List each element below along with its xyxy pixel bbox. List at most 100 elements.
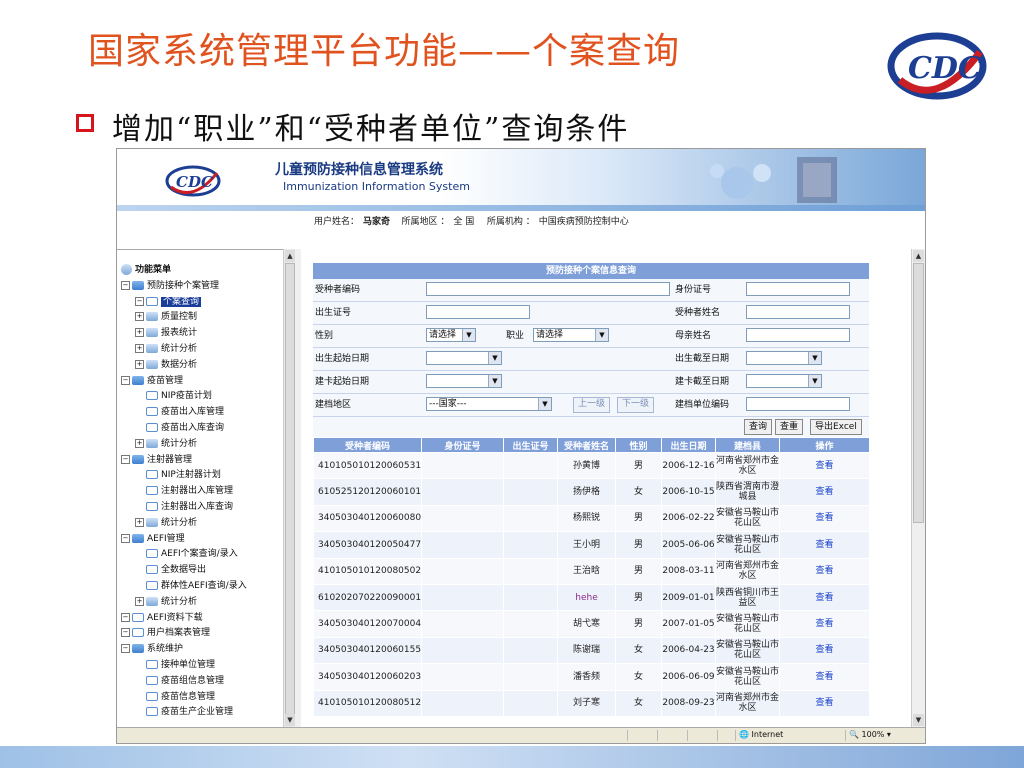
svg-text:CDC: CDC xyxy=(908,51,982,86)
recipient-name-input[interactable] xyxy=(746,305,850,319)
menu-item[interactable]: + 报表统计 xyxy=(121,326,283,342)
birth-end-date[interactable]: ▼ xyxy=(746,351,822,365)
mother-name-input[interactable] xyxy=(746,328,850,342)
query-row-5: 建卡起始日期 ▼ 建卡截至日期 ▼ xyxy=(313,371,869,394)
menu-item[interactable]: + 统计分析 xyxy=(121,516,283,532)
down-level-button[interactable]: 下一级 xyxy=(617,397,655,413)
scroll-up-arrow-icon[interactable]: ▲ xyxy=(285,250,295,262)
menu-item[interactable]: + 数据分析 xyxy=(121,358,283,374)
view-link[interactable]: 查看 xyxy=(779,504,870,533)
reset-button[interactable]: 查重 xyxy=(775,419,804,435)
collapse-toggle-icon[interactable]: − xyxy=(121,454,130,464)
menu-item[interactable]: 疫苗组信息管理 xyxy=(121,674,283,690)
main-scroll-thumb[interactable] xyxy=(913,263,924,523)
expand-toggle-icon[interactable]: + xyxy=(135,328,144,338)
view-link[interactable]: 查看 xyxy=(779,663,870,691)
collapse-toggle-icon[interactable]: − xyxy=(121,533,130,543)
menu-item[interactable]: 疫苗信息管理 xyxy=(121,690,283,706)
card-start-date[interactable]: ▼ xyxy=(426,374,502,388)
folder-group-icon xyxy=(146,438,158,448)
zoom-level[interactable]: 🔍 100% ▾ xyxy=(849,730,891,739)
table-row[interactable]: 340503040120060080 杨熙锐男 2006-02-22 安徽省马鞍山市花… xyxy=(313,504,870,533)
menu-item[interactable]: − 预防接种个案管理 xyxy=(121,279,283,295)
card-end-date[interactable]: ▼ xyxy=(746,374,822,388)
recipient-code-input[interactable] xyxy=(426,282,670,296)
menu-item[interactable]: + 统计分析 xyxy=(121,437,283,453)
menu-item[interactable]: 注射器出入库管理 xyxy=(121,484,283,500)
table-row[interactable]: 340503040120060155 陈谢瑞女 2006-04-23 安徽省马鞍山市花… xyxy=(313,636,870,665)
collapse-toggle-icon[interactable]: − xyxy=(135,296,144,306)
file-region-select[interactable]: ---国家--- ▼ xyxy=(426,397,552,411)
occupation-select[interactable]: 请选择 ▼ xyxy=(533,328,609,342)
table-row[interactable]: 340503040120060203 潘香频女 2006-06-09 安徽省马鞍山市花… xyxy=(313,663,870,691)
view-link[interactable]: 查看 xyxy=(779,478,870,506)
collapse-toggle-icon[interactable]: − xyxy=(121,612,130,622)
file-unit-code-input[interactable] xyxy=(746,397,850,411)
query-button[interactable]: 查询 xyxy=(744,419,773,435)
menu-item[interactable]: 疫苗出入库管理 xyxy=(121,405,283,421)
up-level-button[interactable]: 上一级 xyxy=(573,397,611,413)
menu-item[interactable]: 群体性AEFI查询/录入 xyxy=(121,579,283,595)
menu-item[interactable]: − AEFI管理 xyxy=(121,532,283,548)
label-recipient-name: 受种者姓名 xyxy=(675,308,721,318)
menu-item[interactable]: − AEFI资料下载 xyxy=(121,611,283,627)
expand-toggle-icon[interactable]: + xyxy=(135,359,144,369)
menu-item[interactable]: 接种单位管理 xyxy=(121,658,283,674)
export-excel-button[interactable]: 导出Excel xyxy=(810,419,862,435)
collapse-toggle-icon[interactable]: − xyxy=(121,628,130,638)
expand-toggle-icon[interactable]: + xyxy=(135,343,144,353)
left-scroll-thumb[interactable] xyxy=(285,263,295,718)
table-row[interactable]: 610202070220090001 hehe 男 2009-01-01 陕西省铜川市王… xyxy=(313,583,870,612)
menu-item[interactable]: + 质量控制 xyxy=(121,310,283,326)
expand-toggle-icon[interactable]: + xyxy=(135,438,144,448)
menu-item[interactable]: − 疫苗管理 xyxy=(121,374,283,390)
menu-item[interactable]: − 系统维护 xyxy=(121,642,283,658)
collapse-toggle-icon[interactable]: − xyxy=(121,280,130,290)
birth-start-date[interactable]: ▼ xyxy=(426,351,502,365)
id-number-input[interactable] xyxy=(746,282,850,296)
menu-item[interactable]: + 统计分析 xyxy=(121,595,283,611)
view-link[interactable]: 查看 xyxy=(779,531,870,559)
menu-item[interactable]: NIP疫苗计划 xyxy=(121,389,283,405)
view-link[interactable]: 查看 xyxy=(779,636,870,665)
view-link[interactable]: 查看 xyxy=(779,689,870,717)
collapse-toggle-icon[interactable]: − xyxy=(121,644,130,654)
scroll-down-arrow-icon[interactable]: ▼ xyxy=(285,714,295,726)
collapse-toggle-icon[interactable]: − xyxy=(121,375,130,385)
table-row[interactable]: 340503040120070004 胡弋寒男 2007-01-05 安徽省马鞍山市花… xyxy=(313,610,870,638)
menu-item[interactable]: 疫苗生产企业管理 xyxy=(121,705,283,721)
table-row[interactable]: 340503040120050477 王小明男 2005-06-06 安徽省马鞍山市花… xyxy=(313,531,870,559)
birth-cert-input[interactable] xyxy=(426,305,530,319)
view-link[interactable]: 查看 xyxy=(779,610,870,638)
view-link[interactable]: 查看 xyxy=(779,557,870,585)
menu-item[interactable]: 全数据导出 xyxy=(121,563,283,579)
menu-item[interactable]: 疫苗出入库查询 xyxy=(121,421,283,437)
pane-splitter[interactable] xyxy=(295,249,301,727)
table-row[interactable]: 410105010120080512 刘子寒女 2008-09-23 河南省郑州市金水… xyxy=(313,689,870,717)
cell-recipient-code: 340503040120060155 xyxy=(313,636,422,665)
expand-toggle-icon[interactable]: + xyxy=(135,596,144,606)
menu-item[interactable]: NIP注射器计划 xyxy=(121,468,283,484)
main-scrollbar[interactable]: ▲ ▼ xyxy=(911,249,925,727)
scroll-down-arrow-icon[interactable]: ▼ xyxy=(913,714,924,726)
menu-item[interactable]: − 用户档案表管理 xyxy=(121,626,283,642)
table-row[interactable]: 410105010120060531 孙黄博男 2006-12-16 河南省郑州市金水… xyxy=(313,451,870,480)
table-row[interactable]: 610525120120060101 扬伊格女 2006-10-15 陕西省渭南市澄城… xyxy=(313,478,870,506)
menu-item[interactable]: + 统计分析 xyxy=(121,342,283,358)
view-link[interactable]: 查看 xyxy=(779,583,870,612)
label-occupation: 职业 xyxy=(506,331,525,341)
cell-file-county: 安徽省马鞍山市花山区 xyxy=(715,663,780,691)
expand-toggle-icon[interactable]: + xyxy=(135,312,144,322)
menu-item[interactable]: 注射器出入库查询 xyxy=(121,500,283,516)
table-row[interactable]: 410105010120080502 王治晗男 2008-03-11 河南省郑州市金水… xyxy=(313,557,870,585)
expand-toggle-icon[interactable]: + xyxy=(135,517,144,527)
menu-item[interactable]: − 注射器管理 xyxy=(121,453,283,469)
user-label: 用户姓名： xyxy=(314,217,360,227)
menu-item[interactable]: AEFI个案查询/录入 xyxy=(121,547,283,563)
cell-recipient-code: 610202070220090001 xyxy=(313,583,422,612)
scroll-up-arrow-icon[interactable]: ▲ xyxy=(913,250,924,262)
gender-select[interactable]: 请选择 ▼ xyxy=(426,328,476,342)
view-link[interactable]: 查看 xyxy=(779,451,870,480)
menu-item[interactable]: − 个案查询 xyxy=(121,295,283,311)
menu-item-label: 统计分析 xyxy=(161,438,198,449)
